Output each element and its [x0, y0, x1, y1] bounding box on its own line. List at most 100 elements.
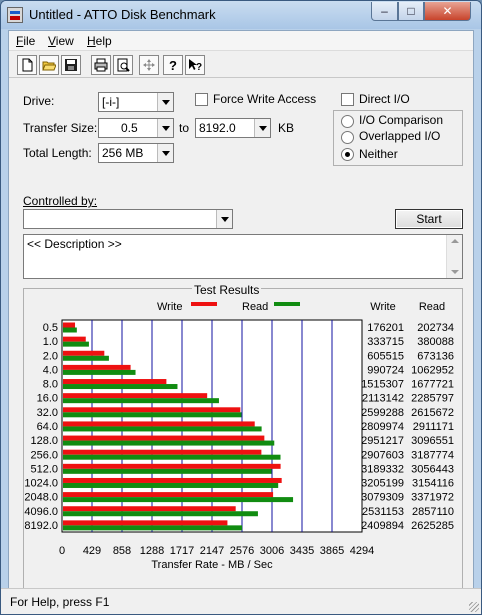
- read-value: 3187774: [411, 449, 454, 461]
- read-value: 2857110: [412, 506, 454, 518]
- y-tick-label: 16.0: [37, 393, 58, 405]
- y-tick-label: 32.0: [37, 407, 58, 419]
- write-value: 3205199: [361, 478, 404, 490]
- write-value: 2531153: [362, 506, 404, 518]
- write-value: 3189332: [361, 463, 404, 475]
- y-tick-label: 1024.0: [24, 478, 58, 490]
- y-tick-label: 512.0: [30, 463, 58, 475]
- title-bar[interactable]: Untitled - ATTO Disk Benchmark – □ ✕: [1, 1, 481, 29]
- x-tick-label: 1288: [140, 545, 164, 557]
- write-column-header: Write: [370, 301, 395, 313]
- read-bar: [63, 497, 294, 503]
- y-tick-label: 64.0: [37, 421, 58, 433]
- write-value: 176201: [367, 322, 404, 334]
- read-bar: [63, 369, 136, 375]
- x-tick-label: 0: [59, 545, 65, 557]
- read-bar: [63, 511, 258, 517]
- write-value: 2907603: [361, 449, 404, 461]
- read-bar: [63, 341, 89, 347]
- read-value: 202734: [417, 322, 454, 334]
- read-bar: [63, 454, 281, 460]
- write-bar: [63, 350, 105, 356]
- close-button[interactable]: ✕: [424, 2, 471, 21]
- read-bar: [63, 440, 275, 446]
- x-tick-label: 2147: [200, 545, 224, 557]
- read-value: 2911171: [413, 421, 454, 433]
- x-tick-label: 3435: [290, 545, 314, 557]
- read-value: 2615672: [411, 407, 454, 419]
- write-bar: [63, 506, 236, 512]
- application-window: Untitled - ATTO Disk Benchmark – □ ✕ Fil…: [0, 0, 482, 615]
- results-chart: 0 429 858 1288 1717 2147 2576 3006 3435 3865 4294 T…: [24, 301, 454, 571]
- x-tick-label: 2576: [230, 545, 254, 557]
- y-tick-label: 4.0: [43, 364, 58, 376]
- read-value: 380088: [417, 336, 454, 348]
- write-value: 2409894: [361, 520, 404, 532]
- window-title: Untitled - ATTO Disk Benchmark: [29, 7, 216, 22]
- read-value: 673136: [417, 350, 454, 362]
- write-value: 2599288: [361, 407, 404, 419]
- write-value: 990724: [367, 364, 404, 376]
- read-value: 3096551: [411, 435, 454, 447]
- x-tick-label: 3006: [260, 545, 284, 557]
- write-value: 2951217: [361, 435, 404, 447]
- write-value: 2113142: [362, 393, 404, 405]
- read-bar: [63, 468, 272, 474]
- write-bar: [63, 492, 274, 498]
- x-tick-label: 4294: [350, 545, 374, 557]
- y-tick-label: 1.0: [43, 336, 58, 348]
- write-bar: [63, 379, 167, 385]
- read-bar: [63, 412, 242, 418]
- minimize-button[interactable]: –: [371, 2, 398, 21]
- write-bar: [63, 322, 76, 328]
- write-bar: [63, 449, 262, 455]
- legend-write-swatch: [191, 302, 217, 306]
- legend-read-swatch: [274, 302, 300, 306]
- read-value: 1062952: [411, 364, 454, 376]
- write-bar: [63, 407, 241, 413]
- app-icon[interactable]: [7, 7, 23, 23]
- read-bar: [63, 398, 219, 404]
- read-bar: [63, 525, 243, 531]
- read-value: 2285797: [411, 393, 454, 405]
- client-area: File View Help ? ? Drive: [-i-] Force Wr…: [8, 30, 474, 608]
- read-column-header: Read: [419, 301, 445, 313]
- y-tick-label: 0.5: [43, 322, 58, 334]
- y-tick-label: 256.0: [30, 449, 58, 461]
- maximize-button[interactable]: □: [398, 2, 424, 21]
- x-tick-label: 858: [113, 545, 131, 557]
- x-tick-label: 3865: [320, 545, 344, 557]
- write-bar: [63, 463, 281, 469]
- x-tick-label: 429: [83, 545, 101, 557]
- read-value: 3154116: [412, 478, 454, 490]
- read-value: 3371972: [411, 492, 454, 504]
- status-text: For Help, press F1: [10, 595, 110, 609]
- x-tick-label: 1717: [170, 545, 194, 557]
- write-value: 333715: [367, 336, 404, 348]
- y-tick-label: 4096.0: [24, 506, 58, 518]
- read-bar: [63, 482, 279, 488]
- read-bar: [63, 327, 77, 333]
- y-tick-label: 2048.0: [24, 492, 58, 504]
- write-bar: [63, 421, 255, 427]
- write-bar: [63, 393, 208, 399]
- y-tick-label: 8192.0: [24, 520, 58, 532]
- write-bar: [63, 435, 265, 441]
- write-bar: [63, 520, 228, 526]
- resize-grip-icon[interactable]: [469, 602, 479, 612]
- y-tick-label: 2.0: [43, 350, 58, 362]
- write-value: 605515: [367, 350, 404, 362]
- read-value: 1677721: [411, 379, 454, 391]
- write-value: 2809974: [361, 421, 404, 433]
- x-axis-label: Transfer Rate - MB / Sec: [151, 559, 273, 571]
- status-bar: For Help, press F1: [1, 588, 481, 614]
- write-bar: [63, 364, 131, 370]
- legend-read-label: Read: [242, 301, 268, 313]
- y-tick-label: 8.0: [43, 379, 58, 391]
- legend-write-label: Write: [157, 301, 182, 313]
- write-value: 1515307: [361, 379, 404, 391]
- write-bar: [63, 336, 86, 342]
- read-bar: [63, 384, 178, 390]
- write-value: 3079309: [361, 492, 404, 504]
- write-bar: [63, 477, 282, 483]
